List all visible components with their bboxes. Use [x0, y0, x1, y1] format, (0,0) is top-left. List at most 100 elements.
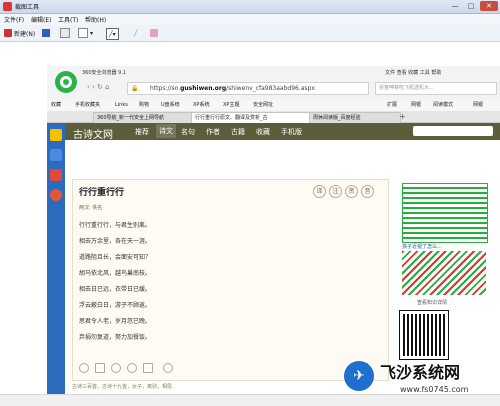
menu-tools[interactable]: 工具(T) — [58, 15, 78, 24]
poem-line: 思君令人老，岁月忽已晚。 — [79, 318, 152, 325]
bank-button[interactable]: 网银 — [411, 100, 421, 111]
nav-quotes[interactable]: 名句 — [181, 127, 195, 137]
menu-file[interactable]: 文件(F) — [4, 15, 24, 24]
bookmark-item[interactable]: 购物 — [139, 100, 149, 111]
title-bar: 截图工具 — □ ✕ — [0, 0, 500, 14]
browser-menu: 文件 查看 收藏 工具 帮助 — [385, 70, 442, 76]
tab-strip: 360导航_新一代安全上网导航 行行重行行原文、翻译及赏析_古 周休阅读版_百度… — [47, 111, 500, 123]
reader-mode-button[interactable]: 阅读模式 — [433, 100, 453, 111]
poem-line: 行行重行行，与君生别离。 — [79, 222, 152, 229]
send-icon — [78, 28, 88, 38]
notes-icon[interactable]: 注 — [329, 185, 342, 198]
poem-card: 行行重行行 两汉: 佚名 译 注 赏 音 行行重行行，与君生别离。 相去万余里，… — [72, 179, 389, 381]
eraser-icon — [150, 29, 158, 37]
maximize-button[interactable]: □ — [464, 1, 478, 11]
poem-line: 道路阻且长，会面安可知？ — [79, 254, 152, 261]
browser-search-input[interactable]: 崇奋呻峡吃飞机送机大... — [375, 82, 497, 95]
browser-name: 360安全浏览器 9.1 — [82, 70, 127, 76]
send-button[interactable]: ▾ — [78, 28, 93, 38]
url-prefix: https://so. — [150, 85, 181, 92]
ad-image — [402, 183, 488, 243]
address-bar[interactable]: 🔒 https://so.gushiwen.org/shiwenv_cfa983… — [127, 82, 369, 95]
bookmark-item[interactable]: Links — [115, 100, 128, 111]
poem-title: 行行重行行 — [79, 188, 125, 198]
extensions-button[interactable]: 扩展 — [387, 100, 397, 111]
new-snip-button[interactable]: 新建(N) — [4, 28, 35, 38]
scissors-icon — [3, 2, 12, 11]
qr-code-image — [399, 310, 449, 360]
bookmark-item[interactable]: U盘系统 — [161, 100, 180, 111]
poem-line: 相去万余里，各在天一涯。 — [79, 238, 152, 245]
ad-sub[interactable]: 查看知识详情 — [417, 299, 447, 306]
eraser-button[interactable] — [150, 28, 160, 38]
new-tab-icon[interactable]: + — [399, 111, 406, 122]
nav-poems[interactable]: 诗文 — [156, 124, 176, 138]
edit-icon[interactable] — [143, 363, 153, 373]
tab-baidu[interactable]: 周休阅读版_百度经验 — [309, 112, 401, 123]
tab-poem[interactable]: 行行重行行原文、翻译及赏析_古 — [191, 112, 311, 123]
poem-line: 弃捐勿复道，努力加餐饭。 — [79, 334, 152, 341]
captured-browser-screenshot: 360安全浏览器 9.1 文件 查看 收藏 工具 帮助 ‹ › ↻ ⌂ 🔒 ht… — [47, 66, 500, 394]
close-circle-icon[interactable] — [163, 363, 173, 373]
nav-favorites[interactable]: 收藏 — [256, 127, 270, 137]
browser-logo-icon — [55, 71, 77, 93]
watermark-logo-icon: ✈ — [344, 361, 374, 391]
chevron-down-icon: ▾ — [112, 30, 116, 38]
bookmark-item[interactable]: XP主题 — [223, 100, 239, 111]
window-title: 截图工具 — [15, 4, 40, 11]
save-icon — [42, 29, 50, 37]
audio-icon[interactable] — [127, 363, 137, 373]
audio-icon[interactable]: 音 — [361, 185, 374, 198]
heart-icon[interactable] — [79, 363, 89, 373]
search-placeholder: 崇奋呻峡吃飞机送机大... — [379, 85, 434, 91]
browser-header: 360安全浏览器 9.1 文件 查看 收藏 工具 帮助 ‹ › ↻ ⌂ 🔒 ht… — [47, 66, 500, 100]
nav-authors[interactable]: 作者 — [206, 127, 220, 137]
nav-arrows-icon: ‹ › ↻ ⌂ — [87, 83, 110, 91]
menu-edit[interactable]: 编辑(E) — [31, 15, 51, 24]
url-path: /shiwenv_cfa983aabd96.aspx — [226, 85, 315, 92]
star-icon[interactable] — [50, 129, 62, 141]
copy-icon[interactable] — [95, 363, 105, 373]
bookmark-item[interactable]: XP系统 — [193, 100, 209, 111]
copy-button[interactable] — [60, 28, 72, 38]
watermark: ✈ 飞沙系统网 www.fs0745.com — [340, 355, 500, 405]
pen-button[interactable]: ╱ ▾ — [106, 28, 119, 40]
watermark-title: 飞沙系统网 — [380, 363, 461, 382]
toolbar: 新建(N) ▾ ╱ ▾ ╱ — [0, 25, 500, 42]
bank-button-2[interactable]: 网银 — [473, 100, 483, 111]
poem-tags[interactable]: 古诗三百首，古诗十九首，女子，离别，相思 — [72, 383, 172, 390]
ad-caption[interactable]: 孩子近视了怎么... — [402, 243, 442, 250]
nav-recommend[interactable]: 推荐 — [135, 127, 149, 137]
nav-classics[interactable]: 古籍 — [231, 127, 245, 137]
nav-mobile[interactable]: 手机版 — [281, 127, 302, 137]
highlighter-icon: ╱ — [134, 29, 138, 37]
browser-sidebar — [47, 123, 65, 394]
chevron-down-icon: ▾ — [90, 29, 94, 37]
close-button[interactable]: ✕ — [480, 1, 498, 11]
ad-banner[interactable]: 孩子近视了怎么... 查看知识详情 — [397, 181, 492, 311]
translation-icon[interactable]: 译 — [313, 185, 326, 198]
list-icon[interactable] — [50, 149, 62, 161]
target-icon[interactable] — [50, 189, 62, 201]
poem-line: 浮云蔽白日，游子不顾返。 — [79, 302, 152, 309]
comment-icon[interactable] — [111, 363, 121, 373]
poem-author[interactable]: 两汉: 佚名 — [79, 204, 102, 211]
bookmark-item[interactable]: 安全网址 — [253, 100, 273, 111]
lock-icon: 🔒 — [131, 85, 139, 92]
snipping-tool-window: 截图工具 — □ ✕ 文件(F) 编辑(E) 工具(T) 帮助(H) 新建(N)… — [0, 0, 500, 406]
menu-help[interactable]: 帮助(H) — [85, 15, 106, 24]
highlighter-button[interactable]: ╱ — [134, 28, 138, 38]
site-logo[interactable]: 古诗文网 — [73, 126, 113, 141]
scissors-icon — [4, 29, 12, 37]
appreciation-icon[interactable]: 赏 — [345, 185, 358, 198]
ad-image-2 — [402, 251, 486, 295]
bookmark-item[interactable]: 手机收藏夹 — [75, 100, 100, 111]
tab-360-nav[interactable]: 360导航_新一代安全上网导航 — [93, 112, 193, 123]
weibo-icon[interactable] — [50, 169, 62, 181]
bookmark-item[interactable]: 收藏 — [51, 100, 61, 111]
minimize-button[interactable]: — — [448, 1, 462, 11]
site-nav-bar: 古诗文网 推荐 诗文 名句 作者 古籍 收藏 手机版 — [65, 123, 500, 141]
menu-bar: 文件(F) 编辑(E) 工具(T) 帮助(H) — [0, 14, 500, 25]
save-button[interactable] — [42, 28, 52, 38]
site-search-input[interactable] — [413, 126, 493, 136]
